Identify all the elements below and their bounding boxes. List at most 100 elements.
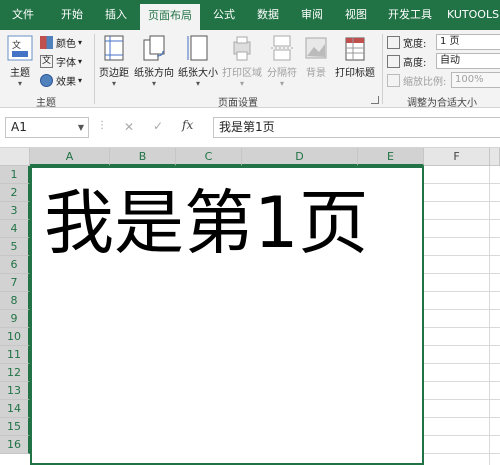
scale-label: 缩放比例: [403,76,447,88]
enter-icon[interactable]: ✓ [153,119,163,133]
row-header[interactable]: 13 [0,382,30,400]
scale-spinner[interactable]: 100% [451,72,500,88]
width-icon [387,35,400,49]
insert-function-icon[interactable]: fx [182,118,193,132]
row-header[interactable]: 12 [0,364,30,382]
orientation-button[interactable]: 纸张方向 ▾ [133,34,175,88]
effects-label: 效果 [56,76,76,88]
row-header[interactable]: 6 [0,256,30,274]
height-label: 高度: [403,57,427,69]
tab-formulas[interactable]: 公式 [204,0,244,30]
width-label-row: 宽度: [387,34,426,50]
tab-file[interactable]: 文件 [6,0,40,30]
print-titles-button[interactable]: 打印标题 [333,34,377,79]
name-box-value: A1 [11,120,27,134]
column-header-e[interactable]: E [358,148,424,166]
tab-page-layout[interactable]: 页面布局 [140,4,200,30]
scale-group-label: 调整为合适大小 [407,98,477,109]
row-header[interactable]: 3 [0,202,30,220]
row-header[interactable]: 9 [0,310,30,328]
background-label: 背景 [306,68,326,79]
orientation-icon [143,35,165,61]
paper-size-icon [187,35,208,61]
tab-kutools[interactable]: KUTOOLS [446,0,500,30]
width-select[interactable]: 1 页 ▼ [436,34,500,50]
page-setup-launcher-icon[interactable] [371,96,379,104]
themes-icon: 文 [7,35,33,61]
chevron-down-icon: ▼ [77,123,84,132]
svg-text:文: 文 [12,39,21,51]
breaks-label: 分隔符 [267,68,297,79]
colors-button[interactable]: 颜色 ▾ [40,34,82,50]
row-header[interactable]: 16 [0,436,30,454]
column-header-f[interactable]: F [424,148,490,166]
column-header-c[interactable]: C [176,148,242,166]
width-label: 宽度: [403,38,427,50]
print-titles-label: 打印标题 [335,68,375,79]
row-header[interactable]: 5 [0,238,30,256]
cancel-icon[interactable]: ✕ [124,120,134,134]
print-area-label: 打印区域 [222,68,262,79]
formula-input[interactable]: 我是第1页 [213,117,500,138]
fonts-icon: 文 [40,54,53,68]
margins-button[interactable]: 页边距 ▾ [97,34,131,88]
fonts-button[interactable]: 文 字体 ▾ [40,53,82,69]
fonts-label: 字体 [56,57,76,69]
column-header-d[interactable]: D [242,148,358,166]
width-value: 1 页 [440,36,460,47]
print-area-button[interactable]: 打印区域 ▾ [220,34,264,88]
row-header[interactable]: 4 [0,220,30,238]
height-value: 自动 [440,55,460,66]
themes-button[interactable]: 文 主题 ▾ [4,34,36,88]
tab-insert[interactable]: 插入 [96,0,136,30]
row-header[interactable]: 15 [0,418,30,436]
print-titles-icon [345,37,365,61]
background-button[interactable]: 背景 [301,34,331,79]
group-divider [94,34,95,104]
tab-review[interactable]: 审阅 [292,0,332,30]
effects-icon [40,73,53,87]
tab-developer[interactable]: 开发工具 [380,0,440,30]
more-icon: ⋮ [97,120,107,131]
row-header[interactable]: 7 [0,274,30,292]
ribbon-page-layout: 文 主题 ▾ 颜色 ▾ 文 字体 ▾ 效果 ▾ 主题 页边距 ▾ 纸张方向 ▾ … [0,30,500,109]
name-box[interactable]: A1 ▼ [5,117,89,138]
tab-home[interactable]: 开始 [52,0,92,30]
page-setup-group-label: 页面设置 [218,98,258,109]
size-label: 纸张大小 [178,68,218,79]
colors-icon [40,35,53,49]
row-header[interactable]: 11 [0,346,30,364]
height-select[interactable]: 自动 ▼ [436,53,500,69]
effects-button[interactable]: 效果 ▾ [40,72,82,88]
cell-a1-text: 我是第1页 [44,182,369,264]
row-header[interactable]: 2 [0,184,30,202]
scale-label-row: 缩放比例: [387,72,446,88]
orientation-label: 纸张方向 [134,68,174,79]
margins-icon [104,35,124,61]
column-header-g[interactable] [490,148,500,166]
scale-value: 100% [455,74,484,85]
tab-data[interactable]: 数据 [248,0,288,30]
column-header-a[interactable]: A [30,148,110,166]
tab-view[interactable]: 视图 [336,0,376,30]
scale-icon [387,73,400,87]
row-header[interactable]: 14 [0,400,30,418]
size-button[interactable]: 纸张大小 ▾ [177,34,219,88]
formula-bar: A1 ▼ ⋮ ✕ ✓ fx 我是第1页 [0,108,500,148]
row-header[interactable]: 8 [0,292,30,310]
background-icon [305,37,327,59]
height-icon [387,54,400,68]
margins-label: 页边距 [99,68,129,79]
breaks-button[interactable]: 分隔符 ▾ [265,34,299,88]
ribbon-tab-bar: 文件 开始 插入 页面布局 公式 数据 审阅 视图 开发工具 KUTOOLS [0,0,500,30]
select-all-corner[interactable] [0,148,30,166]
row-header[interactable]: 1 [0,166,30,184]
themes-group-label: 主题 [36,98,56,109]
column-gridline [489,166,490,465]
row-header[interactable]: 10 [0,328,30,346]
column-header-b[interactable]: B [110,148,176,166]
breaks-icon [271,35,293,61]
print-area-icon [233,36,251,61]
height-label-row: 高度: [387,53,426,69]
themes-label: 主题 [10,68,30,79]
